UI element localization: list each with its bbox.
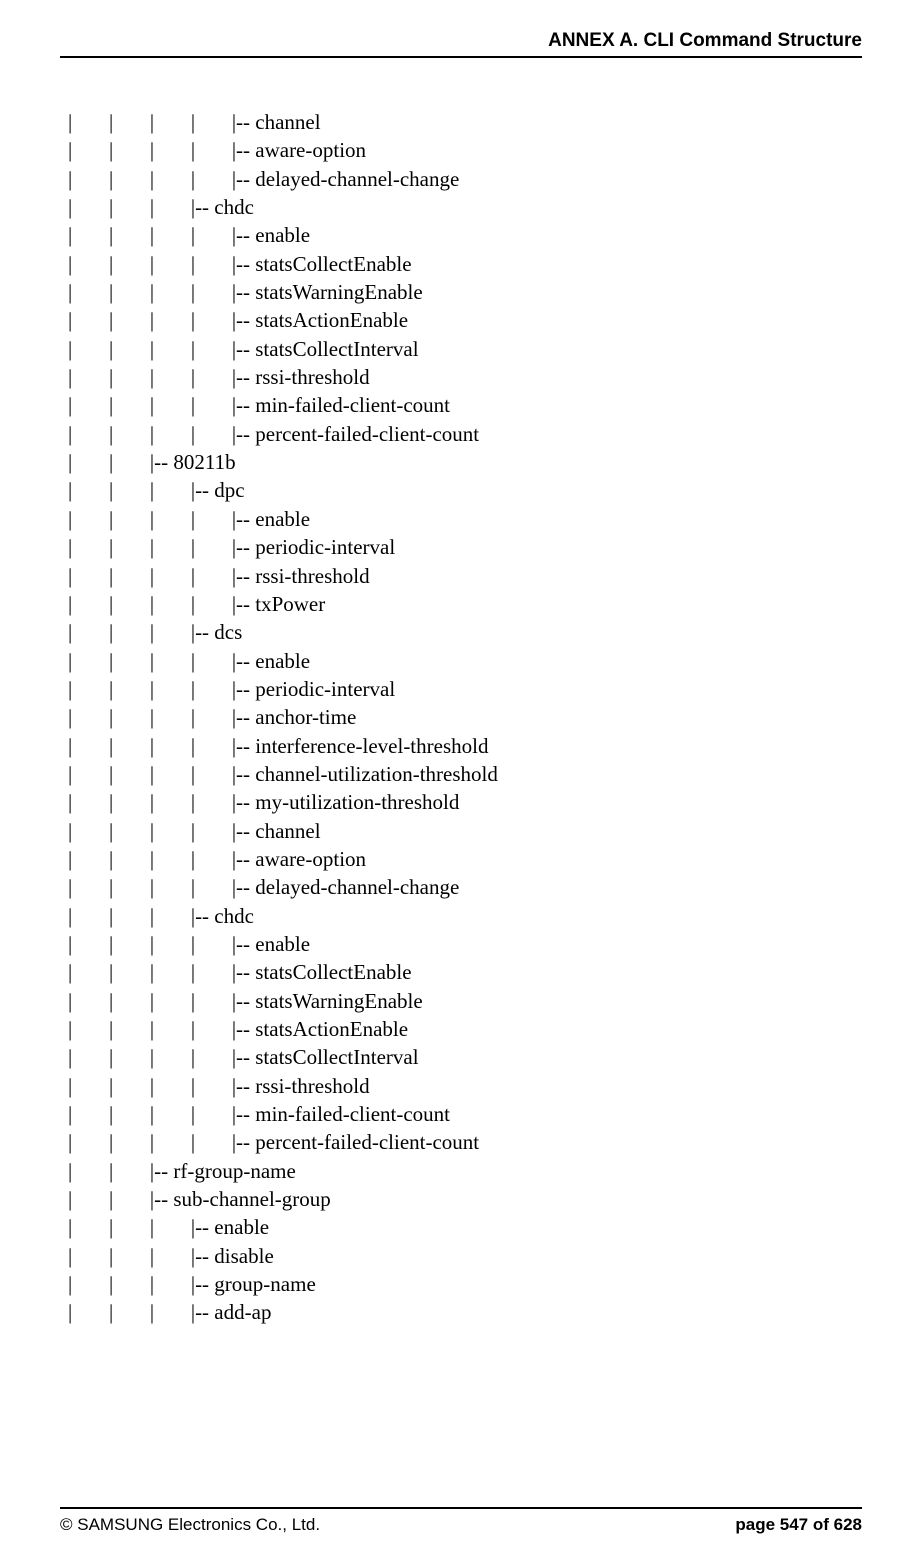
tree-line: | | | | |-- statsWarningEnable	[68, 278, 862, 306]
footer-copyright: © SAMSUNG Electronics Co., Ltd.	[60, 1515, 320, 1535]
tree-line: | | | | |-- delayed-channel-change	[68, 165, 862, 193]
tree-line: | | | | |-- statsCollectInterval	[68, 1043, 862, 1071]
tree-line: | | | | |-- min-failed-client-count	[68, 391, 862, 419]
tree-line: | | | | |-- rssi-threshold	[68, 562, 862, 590]
tree-line: | | | | |-- periodic-interval	[68, 675, 862, 703]
tree-line: | | | | |-- statsCollectEnable	[68, 958, 862, 986]
tree-line: | | | | |-- aware-option	[68, 136, 862, 164]
footer-rule	[60, 1507, 862, 1509]
header-title: ANNEX A. CLI Command Structure	[548, 30, 862, 51]
tree-line: | | |-- sub-channel-group	[68, 1185, 862, 1213]
tree-line: | | | | |-- channel	[68, 108, 862, 136]
tree-line: | | | | |-- anchor-time	[68, 703, 862, 731]
tree-line: | | | | |-- percent-failed-client-count	[68, 1128, 862, 1156]
tree-line: | | | | |-- enable	[68, 505, 862, 533]
tree-line: | | | |-- dpc	[68, 476, 862, 504]
footer-row: © SAMSUNG Electronics Co., Ltd. page 547…	[60, 1515, 862, 1535]
tree-line: | | | | |-- enable	[68, 930, 862, 958]
tree-line: | | | | |-- my-utilization-threshold	[68, 788, 862, 816]
tree-line: | | | |-- add-ap	[68, 1298, 862, 1326]
tree-line: | | |-- rf-group-name	[68, 1157, 862, 1185]
cli-tree: | | | | |-- channel| | | | |-- aware-opt…	[68, 108, 862, 1327]
page: ANNEX A. CLI Command Structure | | | | |…	[0, 0, 922, 1565]
tree-line: | | | |-- disable	[68, 1242, 862, 1270]
tree-line: | | | | |-- statsActionEnable	[68, 306, 862, 334]
tree-line: | | | | |-- statsWarningEnable	[68, 987, 862, 1015]
tree-line: | | | | |-- enable	[68, 221, 862, 249]
tree-line: | | | | |-- rssi-threshold	[68, 1072, 862, 1100]
tree-line: | | | | |-- statsCollectInterval	[68, 335, 862, 363]
tree-line: | | | |-- chdc	[68, 193, 862, 221]
tree-line: | | | | |-- statsCollectEnable	[68, 250, 862, 278]
tree-line: | | | | |-- rssi-threshold	[68, 363, 862, 391]
tree-line: | | | |-- dcs	[68, 618, 862, 646]
tree-line: | | | | |-- min-failed-client-count	[68, 1100, 862, 1128]
tree-line: | | | | |-- percent-failed-client-count	[68, 420, 862, 448]
tree-line: | | | | |-- enable	[68, 647, 862, 675]
tree-line: | | | | |-- channel	[68, 817, 862, 845]
footer-page-number: page 547 of 628	[735, 1515, 862, 1535]
tree-line: | | | | |-- periodic-interval	[68, 533, 862, 561]
tree-line: | | | | |-- channel-utilization-threshol…	[68, 760, 862, 788]
tree-line: | | | | |-- txPower	[68, 590, 862, 618]
tree-line: | | | | |-- statsActionEnable	[68, 1015, 862, 1043]
tree-line: | | | |-- chdc	[68, 902, 862, 930]
tree-line: | | | | |-- interference-level-threshold	[68, 732, 862, 760]
tree-line: | | | | |-- delayed-channel-change	[68, 873, 862, 901]
page-footer: © SAMSUNG Electronics Co., Ltd. page 547…	[60, 1507, 862, 1535]
tree-line: | | |-- 80211b	[68, 448, 862, 476]
tree-line: | | | |-- enable	[68, 1213, 862, 1241]
header-rule	[60, 56, 862, 58]
tree-line: | | | | |-- aware-option	[68, 845, 862, 873]
page-header: ANNEX A. CLI Command Structure	[60, 30, 862, 56]
tree-line: | | | |-- group-name	[68, 1270, 862, 1298]
